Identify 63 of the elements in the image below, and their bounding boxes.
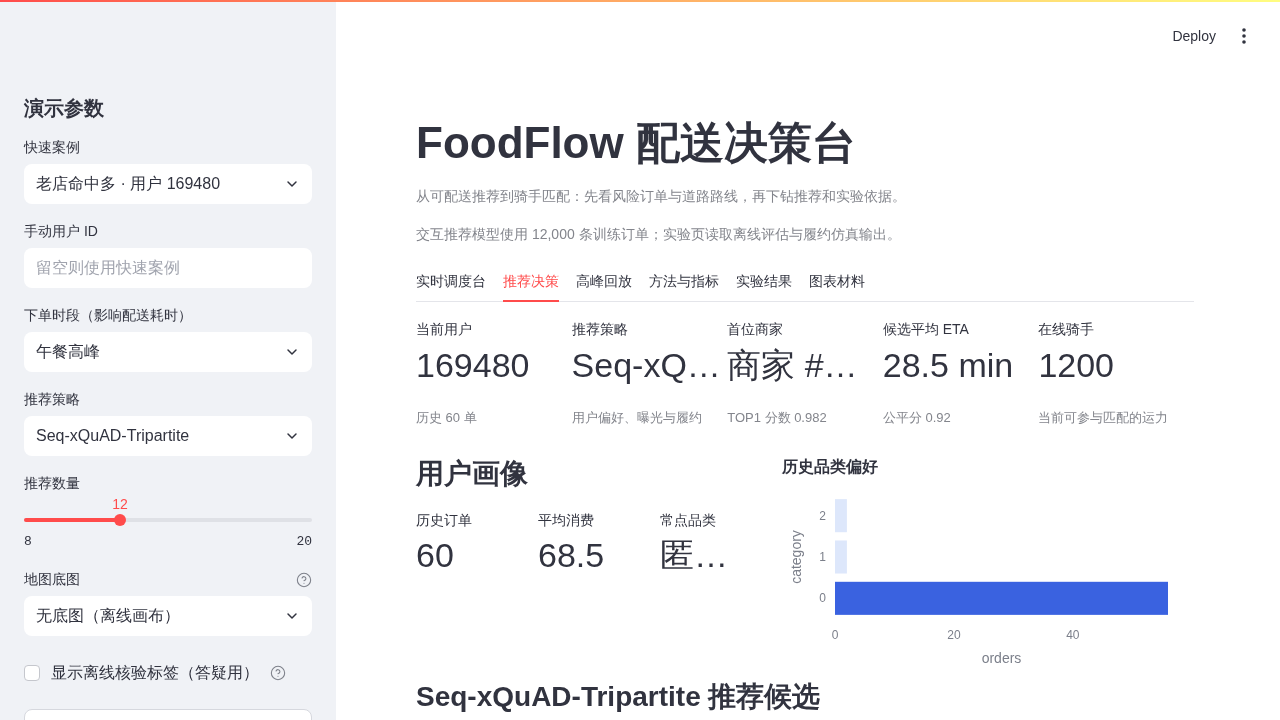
select-field[interactable]: 老店命中多 · 用户 169480 [24,164,312,204]
metric-value: 1200 [1038,345,1115,386]
section-heading: Seq-xQuAD-Tripartite 推荐候选 [416,681,822,713]
y-axis-title: category [788,530,804,584]
metric-value: 60 [416,535,454,576]
metric-label: 推荐策略 [571,320,628,339]
sidebar-title: 演示参数 [24,96,105,121]
field-label: 推荐数量 [24,474,80,493]
slider-thumb[interactable] [114,514,126,526]
caption-text: 从可配送推荐到骑手匹配：先看风险订单与道路路线，再下钻推荐和实验依据。 [416,187,907,206]
tab[interactable]: 实验结果 [736,262,792,302]
metric-note: 历史 60 单 [416,409,477,427]
select-field[interactable]: 午餐高峰 [24,332,312,372]
tab[interactable]: 方法与指标 [649,262,719,302]
metric-label: 在线骑手 [1038,320,1095,339]
help-icon[interactable] [296,571,312,588]
slider-track[interactable] [24,514,312,526]
metric-label: 候选平均 ETA [882,320,969,339]
text-input[interactable]: 留空则使用快速案例 [24,248,312,288]
deploy-button[interactable]: Deploy [1164,22,1224,50]
field-label: 快速案例 [24,138,80,157]
metric-value: Seq-xQ… [571,345,721,386]
field-label: 推荐策略 [24,390,80,409]
slider-value: 12 [112,495,128,514]
metric-label: 首位商家 [727,320,784,339]
slider-max-label: 20 [296,533,312,551]
metric-note: TOP1 分数 0.982 [727,409,827,427]
tab[interactable]: 高峰回放 [576,262,632,302]
help-icon[interactable] [270,665,286,681]
checkbox[interactable] [24,665,40,681]
tab[interactable]: 实时调度台 [416,262,486,302]
metric-note: 用户偏好、曝光与履约 [571,409,702,427]
y-tick-label: 0 [819,591,826,606]
caption-text: 交互推荐模型使用 12,000 条训练订单；实验页读取离线评估与履约仿真输出。 [416,225,902,244]
select-field[interactable]: 无底图（离线画布） [24,596,312,636]
metric-label: 当前用户 [416,320,472,339]
metric-label: 常点品类 [660,511,716,530]
y-tick-label: 1 [819,550,826,564]
metric-label: 历史订单 [416,511,472,530]
y-tick-label: 2 [819,508,826,523]
section-heading: 用户画像 [416,457,529,491]
metric-value: 商家 #… [727,345,858,386]
x-tick-label: 40 [1066,628,1080,642]
tab[interactable]: 图表材料 [809,262,865,302]
x-tick-label: 0 [831,628,839,642]
metric-value: 68.5 [538,535,605,576]
field-label: 地图底图 [24,570,80,589]
field-label: 手动用户 ID [24,222,98,241]
metric-note: 当前可参与匹配的运力 [1038,409,1169,427]
select-field[interactable]: Seq-xQuAD-Tripartite [24,416,312,456]
x-tick-label: 20 [947,628,961,642]
field-label: 下单时段（影响配送耗时） [24,306,192,325]
chart-title: 历史品类偏好 [782,457,879,477]
kebab-menu-icon [1242,28,1246,44]
page-title: FoodFlow 配送决策台 [416,117,857,169]
checkbox-label[interactable]: 显示离线核验标签（答疑用） [51,663,259,683]
metric-value: 169480 [416,345,530,386]
metric-note: 公平分 0.92 [882,409,951,427]
x-axis-title: orders [981,650,1022,666]
slider-min-label: 8 [24,533,32,551]
metric-value: 28.5 min [882,345,1014,386]
metric-value: 匿… [660,535,728,576]
metric-label: 平均消费 [538,511,594,530]
